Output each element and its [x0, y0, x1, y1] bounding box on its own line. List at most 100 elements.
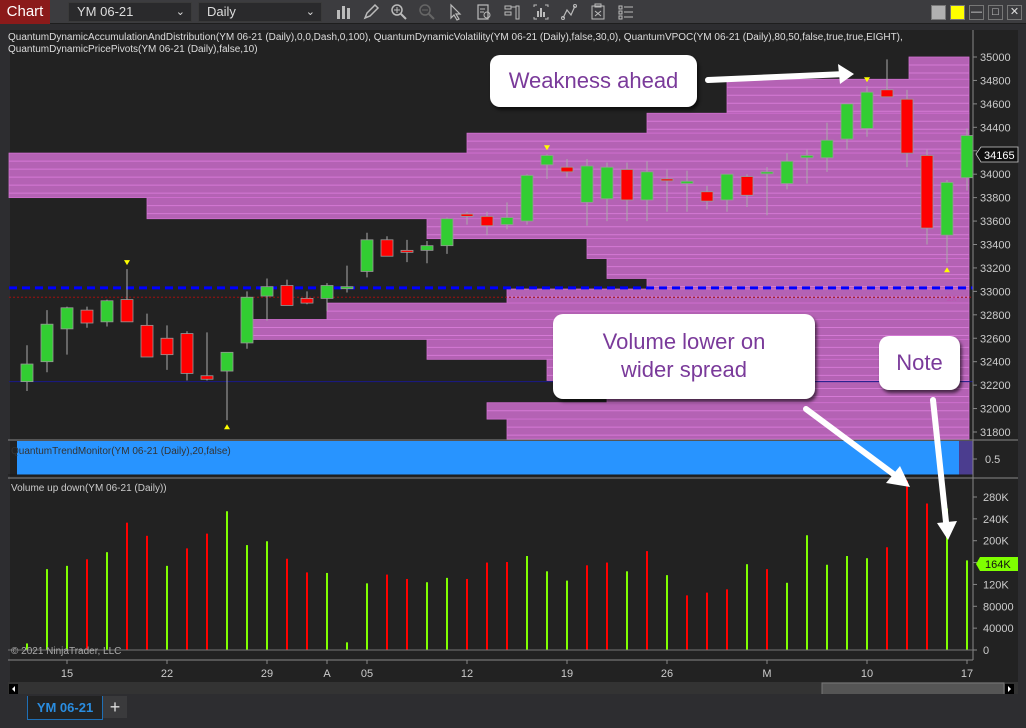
price-tick-label: 33600 — [980, 216, 1011, 228]
candle-up — [680, 180, 694, 184]
candle-up — [800, 155, 814, 159]
annotation-text: Weakness ahead — [508, 68, 679, 93]
price-tick-label: 34800 — [980, 75, 1011, 87]
time-tick-label: M — [762, 668, 771, 680]
left-edge — [8, 30, 10, 686]
annotation-text-line2: wider spread — [621, 357, 747, 382]
scrollbar-thumb[interactable] — [821, 682, 1005, 694]
candle-up — [540, 155, 554, 166]
volume-tick-label: 280K — [983, 492, 1009, 504]
candle-up — [760, 171, 774, 175]
candle-up — [60, 307, 74, 330]
vpoc-band — [146, 197, 970, 220]
volume-current-marker: 164K — [976, 557, 1018, 571]
vpoc-band — [506, 418, 970, 440]
price-tick-label: 32000 — [980, 404, 1011, 416]
time-tick-label: 29 — [261, 668, 273, 680]
candle-up — [780, 160, 794, 184]
candle-down — [380, 239, 394, 257]
candle-up — [860, 91, 874, 129]
volume-tick-label: 200K — [983, 536, 1009, 548]
time-tick-label: 15 — [61, 668, 73, 680]
vpoc-band — [466, 132, 970, 154]
indicator-legend-line1: QuantumDynamicAccumulationAndDistributio… — [8, 32, 903, 43]
candle-down — [900, 98, 914, 154]
candle-down — [700, 191, 714, 202]
volume-panel-label: Volume up down(YM 06-21 (Daily)) — [11, 483, 167, 494]
annotation-note: Note — [879, 336, 960, 390]
add-tab-button[interactable]: + — [103, 696, 127, 718]
candle-up — [500, 217, 514, 225]
price-tick-label: 34000 — [980, 169, 1011, 181]
price-tick-label: 31800 — [980, 427, 1011, 439]
time-tick-label: 26 — [661, 668, 673, 680]
annotation-weakness-ahead: Weakness ahead — [490, 55, 697, 107]
last-price-marker: 34165 — [975, 146, 1019, 163]
vpoc-band — [506, 288, 970, 304]
candle-up — [340, 286, 354, 290]
candle-down — [280, 285, 294, 306]
price-tick-label: 34600 — [980, 99, 1011, 111]
tab-ym-06-21[interactable]: YM 06-21 — [27, 696, 103, 720]
candle-down — [140, 324, 154, 358]
candle-down — [200, 375, 214, 380]
volume-tick-label: 240K — [983, 514, 1009, 526]
copyright-label: © 2021 NinjaTrader, LLC — [11, 646, 121, 657]
volume-tick-label: 120K — [983, 579, 1009, 591]
candle-up — [820, 139, 834, 159]
candle-up — [520, 174, 534, 222]
candle-up — [600, 166, 614, 200]
annotation-volume-lower: Volume lower on wider spread — [553, 314, 815, 399]
indicator-legend-line2: QuantumDynamicPricePivots(YM 06-21 (Dail… — [8, 44, 258, 55]
annotation-text: Note — [896, 350, 943, 375]
candle-down — [460, 213, 474, 217]
price-tick-label: 32400 — [980, 357, 1011, 369]
candle-up — [240, 296, 254, 344]
candle-down — [400, 249, 414, 253]
candle-up — [840, 103, 854, 140]
vpoc-band — [8, 152, 970, 199]
candle-up — [580, 165, 594, 203]
candle-down — [920, 155, 934, 229]
vpoc-band — [606, 258, 970, 279]
price-tick-label: 33800 — [980, 193, 1011, 205]
price-tick-label: 32600 — [980, 333, 1011, 345]
trend-panel-label: QuantumTrendMonitor(YM 06-21 (Daily),20,… — [11, 446, 231, 457]
candle-down — [180, 333, 194, 374]
trend-axis-label: 0.5 — [985, 454, 1000, 466]
time-tick-label: 17 — [961, 668, 973, 680]
candle-down — [660, 178, 674, 182]
last-price-label: 34165 — [984, 150, 1015, 162]
ninjatrader-chart-window: Chart YM 06-21 ⌄ Daily ⌄ — □ ✕ 35000 348… — [0, 0, 1026, 728]
candle-down — [620, 169, 634, 201]
candle-down — [300, 298, 314, 304]
tab-bar: YM 06-21 + — [0, 694, 1026, 728]
time-tick-label: 12 — [461, 668, 473, 680]
volume-current-label: 164K — [985, 559, 1011, 571]
volume-tick-label: 0 — [983, 645, 989, 657]
candle-up — [640, 171, 654, 201]
price-tick-label: 34400 — [980, 122, 1011, 134]
annotation-text-line1: Volume lower on — [602, 329, 766, 354]
trend-monitor-bar-end — [959, 441, 973, 475]
time-tick-label: 10 — [861, 668, 873, 680]
time-tick-label: 22 — [161, 668, 173, 680]
price-tick-label: 33000 — [980, 286, 1011, 298]
time-tick-label: 05 — [361, 668, 373, 680]
candle-up — [100, 300, 114, 323]
vpoc-band — [646, 112, 970, 134]
candle-down — [120, 299, 134, 323]
candle-down — [560, 166, 574, 173]
candle-up — [940, 181, 954, 236]
candle-up — [320, 285, 334, 299]
candle-up — [20, 363, 34, 383]
vpoc-label: 1x — [946, 293, 957, 304]
candle-up — [360, 239, 374, 272]
price-tick-label: 35000 — [980, 52, 1011, 64]
indicator-legend: QuantumDynamicAccumulationAndDistributio… — [8, 32, 968, 56]
candle-down — [740, 176, 754, 196]
candle-down — [160, 337, 174, 356]
candle-up — [40, 323, 54, 363]
candle-up — [220, 351, 234, 372]
time-tick-label: A — [323, 668, 331, 680]
